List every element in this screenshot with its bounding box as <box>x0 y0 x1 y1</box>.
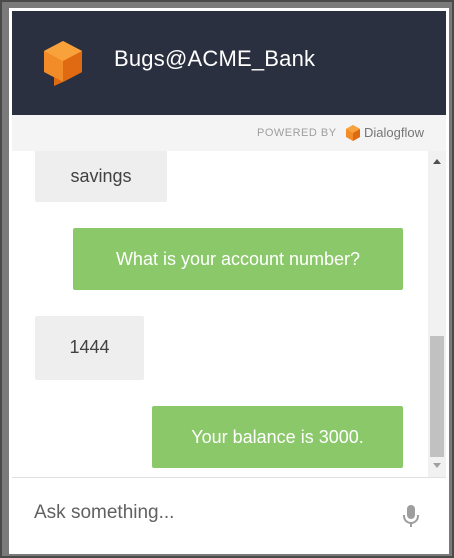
input-bar <box>12 477 446 551</box>
chat-header: Bugs@ACME_Bank <box>12 11 446 115</box>
scroll-up-arrow-icon[interactable] <box>433 159 441 164</box>
outer-frame: Bugs@ACME_Bank POWERED BY Dialogflow sav… <box>0 0 454 558</box>
chat-window: Bugs@ACME_Bank POWERED BY Dialogflow sav… <box>9 8 449 554</box>
message-list[interactable]: savings What is your account number? 144… <box>12 151 428 477</box>
dialogflow-brand-name: Dialogflow <box>364 125 424 140</box>
bot-message: Your balance is 3000. <box>152 406 403 468</box>
powered-by-bar: POWERED BY Dialogflow <box>12 115 446 151</box>
query-input[interactable] <box>34 496 374 530</box>
bot-title: Bugs@ACME_Bank <box>114 46 316 71</box>
user-message: 1444 <box>35 316 144 380</box>
bot-message: What is your account number? <box>73 228 403 290</box>
microphone-icon[interactable] <box>402 504 420 528</box>
message-scrollbar[interactable] <box>428 151 446 477</box>
chat-bubble-cube-icon <box>44 41 82 86</box>
powered-by-label: POWERED BY <box>257 127 337 139</box>
user-message: savings <box>35 151 167 202</box>
scrollbar-thumb[interactable] <box>430 336 444 457</box>
scroll-down-arrow-icon[interactable] <box>433 463 441 468</box>
dialogflow-logo-icon <box>346 125 360 141</box>
